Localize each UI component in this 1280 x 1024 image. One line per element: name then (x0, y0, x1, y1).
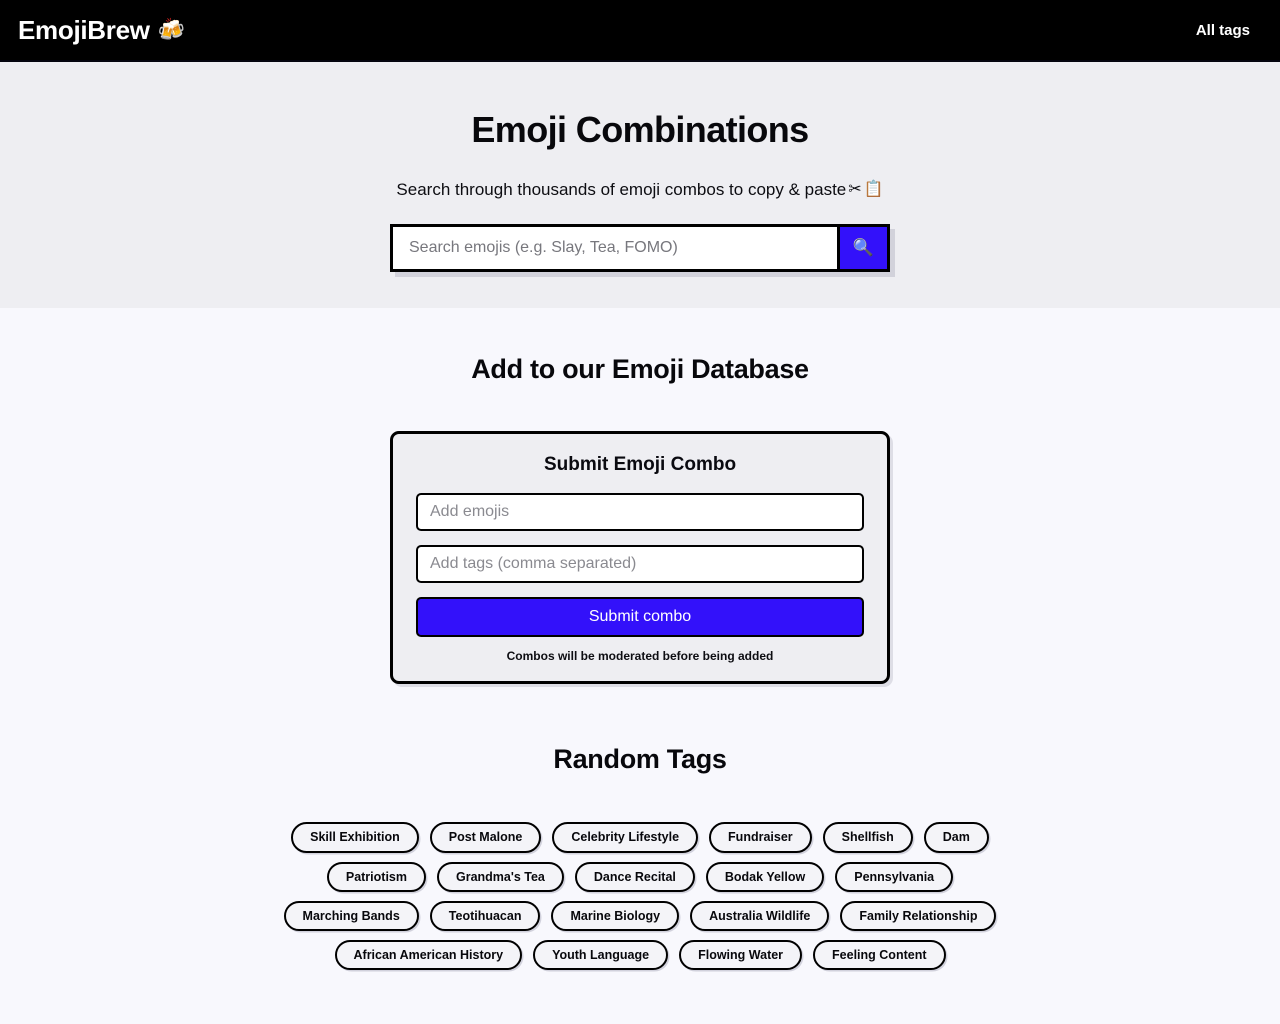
tag-pill[interactable]: Australia Wildlife (690, 900, 830, 932)
tag-row: Skill Exhibition Post Malone Celebrity Lif… (291, 822, 989, 853)
tag-pill[interactable]: Patriotism (326, 861, 426, 892)
page-title: Emoji Combinations (471, 109, 809, 150)
hero-section: Emoji Combinations Search through thousa… (0, 62, 1280, 308)
main-content: Add to our Emoji Database Submit Emoji C… (0, 308, 1280, 1024)
tag-pill[interactable]: Pennsylvania (835, 861, 954, 892)
tag-pill[interactable]: Feeling Content (813, 940, 946, 971)
nav-links: All tags (1196, 22, 1262, 39)
submit-card-title: Submit Emoji Combo (543, 454, 737, 475)
tag-pill[interactable]: Grandma's Tea (437, 861, 564, 892)
brand-logo[interactable]: EmojiBrew 🍻 (18, 17, 185, 43)
tag-row: Patriotism Grandma's Tea Dance Recital Boda… (326, 861, 954, 892)
scissors-icon: ✂ (848, 180, 862, 198)
tag-pill[interactable]: Post Malone (429, 822, 542, 853)
search-button[interactable]: 🔍 (837, 227, 887, 270)
search-icon: 🔍 (852, 238, 875, 258)
search-input[interactable] (393, 227, 837, 270)
tag-pill[interactable]: African American History (334, 940, 523, 971)
tag-row: Marching Bands Teotihuacan Marine Biology A… (283, 900, 997, 932)
clipboard-icon: 📋 (863, 180, 884, 198)
submit-combo-card: Submit Emoji Combo Submit combo Combos w… (390, 431, 890, 684)
tag-pill[interactable]: Family Relationship (840, 900, 997, 932)
section-title-random-tags: Random Tags (553, 744, 727, 774)
tag-pill[interactable]: Flowing Water (679, 940, 803, 971)
tags-input[interactable] (416, 545, 864, 583)
tag-pill[interactable]: Fundraiser (709, 822, 812, 853)
tag-pill[interactable]: Skill Exhibition (291, 822, 419, 853)
hero-subtitle-text: Search through thousands of emoji combos… (396, 180, 847, 200)
search-bar: 🔍 (390, 224, 890, 273)
tag-pill[interactable]: Youth Language (533, 940, 669, 971)
tag-row: African American History Youth Language Fl… (334, 940, 946, 971)
brand-label: EmojiBrew (18, 15, 150, 45)
beer-mugs-icon: 🍻 (157, 17, 185, 42)
tag-pill[interactable]: Dance Recital (574, 861, 695, 892)
submit-combo-button[interactable]: Submit combo (416, 597, 864, 637)
top-navbar: EmojiBrew 🍻 All tags (0, 0, 1280, 62)
tag-pill[interactable]: Celebrity Lifestyle (552, 822, 699, 853)
nav-link-all-tags[interactable]: All tags (1196, 22, 1250, 39)
emoji-input[interactable] (416, 493, 864, 531)
tag-pill[interactable]: Shellfish (822, 822, 913, 853)
tag-pill[interactable]: Marching Bands (283, 900, 419, 932)
tag-pill[interactable]: Marine Biology (551, 900, 680, 932)
moderation-note: Combos will be moderated before being ad… (506, 649, 774, 663)
hero-subtitle: Search through thousands of emoji combos… (396, 181, 883, 198)
tag-pill[interactable]: Teotihuacan (429, 900, 541, 932)
section-title-add-database: Add to our Emoji Database (471, 354, 809, 384)
tag-pill[interactable]: Bodak Yellow (705, 861, 825, 892)
random-tags-list: Skill Exhibition Post Malone Celebrity Lif… (283, 822, 997, 971)
tag-pill[interactable]: Dam (923, 822, 989, 853)
